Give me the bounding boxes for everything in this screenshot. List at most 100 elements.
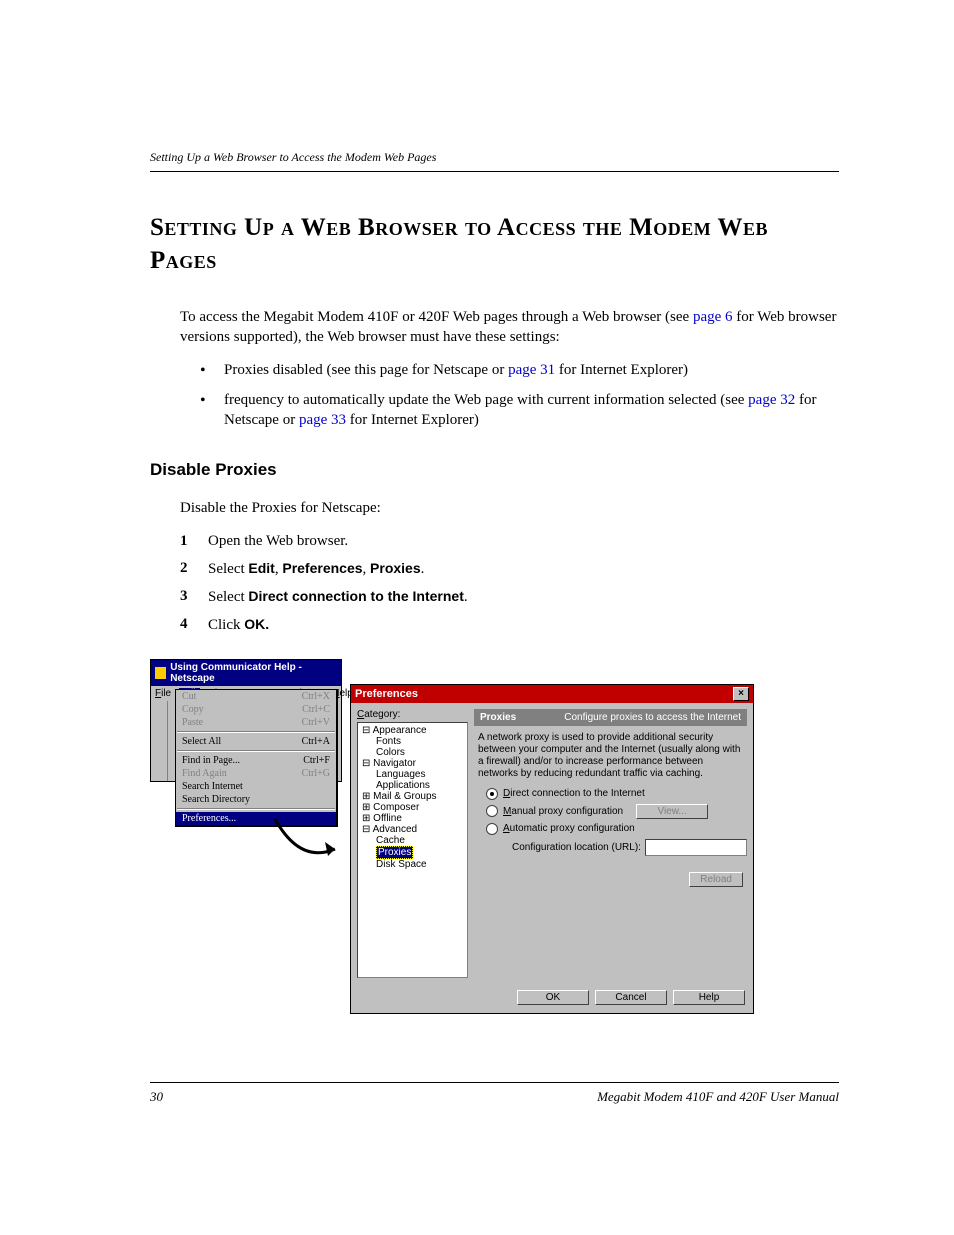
tree-cache[interactable]: Cache — [360, 835, 465, 846]
intro-text-a: To access the Megabit Modem 410F or 420F… — [180, 309, 693, 325]
step-4-text: Click OK. — [208, 616, 269, 634]
url-input[interactable] — [645, 839, 747, 856]
step-3-num: 3 — [180, 588, 208, 606]
menu-select-all[interactable]: Select AllCtrl+A — [176, 735, 336, 748]
sub-intro: Disable the Proxies for Netscape: — [180, 498, 839, 518]
view-button[interactable]: View... — [636, 804, 708, 819]
proxy-description: A network proxy is used to provide addit… — [478, 732, 745, 780]
bullet2-b: for Internet Explorer) — [346, 412, 479, 428]
preferences-title: Preferences — [355, 688, 418, 700]
tree-colors[interactable]: Colors — [360, 747, 465, 758]
tree-proxies[interactable]: Proxies — [360, 846, 465, 859]
ok-button[interactable]: OK — [517, 990, 589, 1005]
bullet-proxies: Proxies disabled (see this page for Nets… — [200, 360, 839, 380]
running-header: Setting Up a Web Browser to Access the M… — [150, 150, 839, 165]
step-1-text: Open the Web browser. — [208, 533, 348, 550]
bullet1-b: for Internet Explorer) — [555, 362, 688, 378]
bullet-frequency: frequency to automatically update the We… — [200, 390, 839, 431]
menu-search-directory[interactable]: Search Directory — [176, 793, 336, 806]
tree-advanced[interactable]: ⊟ Advanced — [360, 824, 465, 835]
step-2-text: Select Edit, Preferences, Proxies. — [208, 560, 424, 578]
menu-cut[interactable]: CutCtrl+X — [176, 690, 336, 703]
step-2-b1: Edit — [248, 560, 274, 576]
menu-sep-2 — [177, 750, 335, 752]
menu-sep-3 — [177, 808, 335, 810]
panel-header: Proxies Configure proxies to access the … — [474, 709, 747, 726]
step-2: 2 Select Edit, Preferences, Proxies. — [180, 560, 839, 578]
step-1: 1 Open the Web browser. — [180, 533, 839, 550]
step-3-b1: Direct connection to the Internet — [248, 588, 463, 604]
edit-menu: CutCtrl+X CopyCtrl+C PasteCtrl+V Select … — [175, 689, 338, 827]
url-row: Configuration location (URL): — [512, 839, 747, 856]
step-3-end: . — [464, 589, 468, 605]
link-page-32[interactable]: page 32 — [748, 392, 795, 408]
step-2-end: . — [421, 561, 425, 577]
tree-navigator[interactable]: ⊟ Navigator — [360, 758, 465, 769]
menu-file[interactable]: File — [155, 688, 171, 699]
intro-paragraph: To access the Megabit Modem 410F or 420F… — [180, 307, 839, 348]
step-3-pre: Select — [208, 589, 248, 605]
radio-direct-row[interactable]: Direct connection to the Internet — [486, 788, 747, 800]
step-2-c2: , — [363, 561, 371, 577]
menu-find[interactable]: Find in Page...Ctrl+F — [176, 754, 336, 767]
subheading-disable-proxies: Disable Proxies — [150, 460, 839, 480]
step-3: 3 Select Direct connection to the Intern… — [180, 588, 839, 606]
tree-offline[interactable]: ⊞ Offline — [360, 813, 465, 824]
tree-mail[interactable]: ⊞ Mail & Groups — [360, 791, 465, 802]
step-2-num: 2 — [180, 560, 208, 578]
radio-manual[interactable] — [486, 805, 498, 817]
reload-button[interactable]: Reload — [689, 872, 743, 887]
radio-direct-label: Direct connection to the Internet — [503, 788, 645, 799]
step-2-pre: Select — [208, 561, 248, 577]
bullet2-a: frequency to automatically update the We… — [224, 392, 748, 408]
step-4-b1: OK. — [244, 616, 269, 632]
link-page-31[interactable]: page 31 — [508, 362, 555, 378]
category-column: Category: ⊟ Appearance Fonts Colors ⊟ Na… — [357, 709, 468, 978]
page-footer: 30 Megabit Modem 410F and 420F User Manu… — [150, 1082, 839, 1105]
footer-rule — [150, 1082, 839, 1083]
radio-direct[interactable] — [486, 788, 498, 800]
page-title: Setting Up a Web Browser to Access the M… — [150, 212, 839, 277]
step-2-b3: Proxies — [370, 560, 421, 576]
tree-composer[interactable]: ⊞ Composer — [360, 802, 465, 813]
menu-sep-1 — [177, 731, 335, 733]
step-4-pre: Click — [208, 617, 244, 633]
tree-disk-space[interactable]: Disk Space — [360, 859, 465, 870]
step-1-num: 1 — [180, 533, 208, 550]
footer-doc-title: Megabit Modem 410F and 420F User Manual — [597, 1089, 839, 1105]
link-page-6[interactable]: page 6 — [693, 309, 733, 325]
menu-copy[interactable]: CopyCtrl+C — [176, 703, 336, 716]
tree-languages[interactable]: Languages — [360, 769, 465, 780]
tree-appearance[interactable]: ⊟ Appearance — [360, 725, 465, 736]
url-label: Configuration location (URL): — [512, 842, 641, 853]
category-tree[interactable]: ⊟ Appearance Fonts Colors ⊟ Navigator La… — [357, 722, 468, 978]
step-2-b2: Preferences — [282, 560, 362, 576]
cancel-button[interactable]: Cancel — [595, 990, 667, 1005]
panel-subtitle: Configure proxies to access the Internet — [564, 712, 741, 723]
menu-paste[interactable]: PasteCtrl+V — [176, 716, 336, 729]
close-button[interactable]: × — [733, 687, 749, 701]
link-page-33[interactable]: page 33 — [299, 412, 346, 428]
panel-title: Proxies — [480, 712, 516, 723]
step-4: 4 Click OK. — [180, 616, 839, 634]
netscape-sidebar — [151, 701, 168, 781]
menu-find-again[interactable]: Find AgainCtrl+G — [176, 767, 336, 780]
bullet-list: Proxies disabled (see this page for Nets… — [200, 360, 839, 431]
preferences-dialog: Preferences × Category: ⊟ Appearance Fon… — [350, 684, 754, 1014]
screenshot-figure: Using Communicator Help - Netscape File … — [150, 659, 839, 1014]
netscape-icon — [155, 667, 166, 679]
radio-manual-row[interactable]: Manual proxy configuration View... — [486, 804, 747, 819]
help-button[interactable]: Help — [673, 990, 745, 1005]
menu-search-internet[interactable]: Search Internet — [176, 780, 336, 793]
netscape-titlebar: Using Communicator Help - Netscape — [151, 660, 341, 686]
step-4-num: 4 — [180, 616, 208, 634]
header-rule — [150, 171, 839, 172]
radio-auto-row[interactable]: Automatic proxy configuration — [486, 823, 747, 835]
category-label: Category: — [357, 709, 468, 720]
radio-auto[interactable] — [486, 823, 498, 835]
radio-auto-label: Automatic proxy configuration — [503, 823, 635, 834]
tree-fonts[interactable]: Fonts — [360, 736, 465, 747]
tree-applications[interactable]: Applications — [360, 780, 465, 791]
proxies-panel: Proxies Configure proxies to access the … — [474, 709, 747, 978]
preferences-titlebar: Preferences × — [351, 685, 753, 703]
